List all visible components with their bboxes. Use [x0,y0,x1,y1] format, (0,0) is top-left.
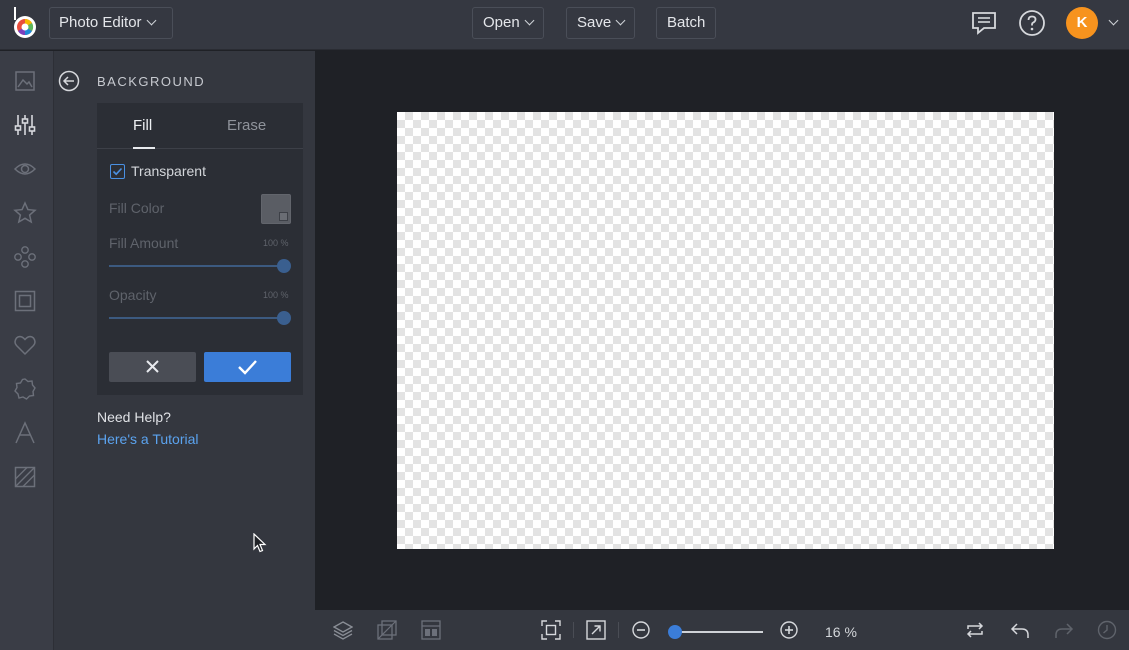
checkmark-icon [112,167,123,176]
tab-fill[interactable]: Fill [133,117,152,134]
history-icon[interactable] [1097,620,1117,640]
text-icon[interactable] [13,421,37,445]
panel-gutter [54,51,85,650]
help-title: Need Help? [97,409,171,425]
fill-color-swatch[interactable] [261,194,291,224]
zoom-out-icon[interactable] [631,620,651,640]
mouse-cursor-icon [253,533,267,553]
undo-icon[interactable] [1010,620,1030,640]
settings-card: Fill Erase Transparent Fill Color Fill A… [97,103,303,395]
open-label: Open [483,14,520,31]
checkmark-icon [238,360,257,375]
swatch-dropdown-icon [279,212,288,221]
fill-amount-label: Fill Amount [109,235,179,251]
layout-icon[interactable] [421,620,441,640]
batch-button[interactable]: Batch [656,7,717,39]
fill-color-label: Fill Color [109,200,165,216]
back-arrow-icon[interactable] [58,70,80,92]
app-selector[interactable]: Photo Editor [49,7,173,39]
star-icon[interactable] [13,201,37,225]
cancel-button[interactable] [109,352,196,382]
frame-icon[interactable] [13,289,37,313]
transparent-image-canvas[interactable] [397,112,1054,549]
redo-icon[interactable] [1054,620,1074,640]
badge-icon[interactable] [13,377,37,401]
batch-label: Batch [667,14,706,31]
eye-icon[interactable] [13,157,37,181]
fill-amount-value: 100 % [263,238,289,248]
fill-amount-handle[interactable] [277,259,291,273]
zoom-in-icon[interactable] [779,620,799,640]
chevron-down-icon [524,15,535,26]
avatar[interactable]: K [1066,7,1098,39]
bottom-toolbar [315,610,1129,650]
opacity-handle[interactable] [277,311,291,325]
zoom-slider[interactable] [675,631,763,633]
compare-icon[interactable] [377,620,397,640]
toolbar-divider [618,622,619,638]
opacity-value: 100 % [263,290,289,300]
texture-icon[interactable] [13,465,37,489]
close-icon [146,360,159,373]
comments-icon[interactable] [970,9,998,37]
layers-icon[interactable] [333,620,353,640]
transparent-checkbox[interactable] [110,164,125,179]
active-tab-indicator [133,147,155,149]
fit-to-screen-icon[interactable] [541,620,561,640]
chevron-down-icon [146,15,157,26]
image-icon[interactable] [13,69,37,93]
transparent-label: Transparent [131,163,206,179]
app-name: Photo Editor [59,14,142,31]
sliders-icon[interactable] [13,113,37,137]
save-button[interactable]: Save [566,7,636,39]
circles-icon[interactable] [13,245,37,269]
fill-amount-slider[interactable] [109,265,285,267]
chevron-down-icon [615,15,626,26]
tab-erase[interactable]: Erase [227,117,266,134]
opacity-slider[interactable] [109,317,285,319]
zoom-handle[interactable] [668,625,682,639]
tab-divider [97,148,303,149]
heart-icon[interactable] [13,333,37,357]
befunky-logo[interactable] [12,6,40,40]
open-button[interactable]: Open [472,7,544,39]
apply-button[interactable] [204,352,291,382]
panel-title: BACKGROUND [97,74,206,89]
opacity-label: Opacity [109,287,157,303]
toolbar-divider [573,622,574,638]
save-label: Save [577,14,612,31]
tutorial-link[interactable]: Here's a Tutorial [97,431,199,447]
help-icon[interactable] [1018,9,1046,37]
actual-size-icon[interactable] [586,620,606,640]
chevron-down-icon[interactable] [1108,15,1119,26]
top-bar: Photo Editor Open Save Batch K [0,0,1129,50]
zoom-level: 16 % [825,624,857,640]
flip-icon[interactable] [965,620,985,640]
